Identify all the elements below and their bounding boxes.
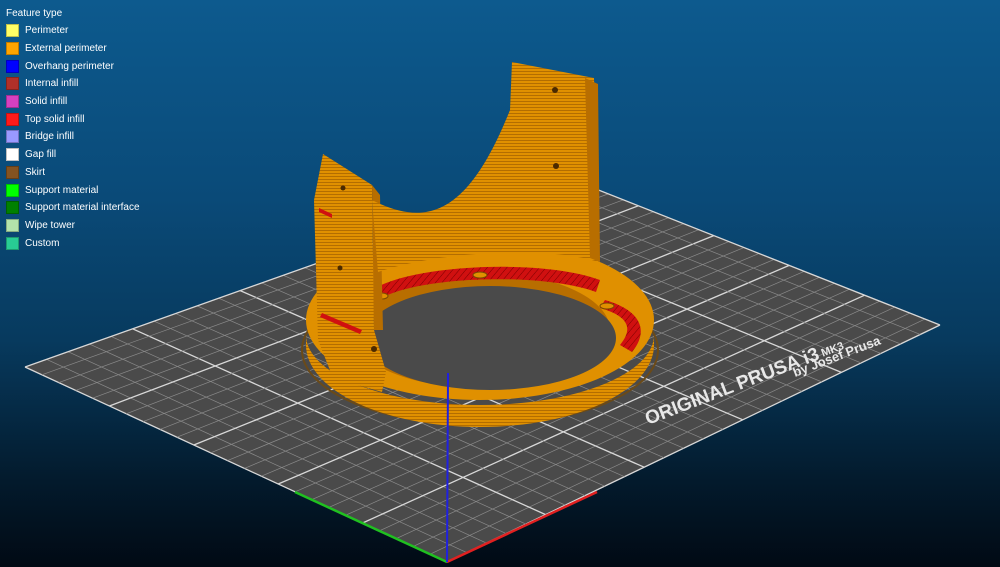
legend-item: Support material interface [6,199,156,217]
legend-label: External perimeter [25,43,107,55]
ring-hole-marker [599,302,615,310]
ring-hole [364,286,616,390]
legend-color-swatch [6,183,19,197]
legend-items: Perimeter External perimeter Overhang peri… [6,22,156,252]
legend-color-swatch [6,130,19,144]
legend-label: Custom [25,237,60,249]
legend-color-swatch [6,112,19,126]
legend-label: Wipe tower [25,219,76,231]
mount-hole [552,87,558,93]
mount-hole [553,163,559,169]
legend-label: Internal infill [25,78,79,90]
z-axis [446,372,449,563]
legend-item: Custom [6,234,156,252]
legend-title: Feature type [6,8,63,19]
legend-item: Perimeter [6,22,156,40]
legend-item: Top solid infill [6,110,156,128]
legend-item: Bridge infill [6,128,156,146]
legend-label: Skirt [25,166,45,178]
legend-label: Overhang perimeter [25,60,114,72]
legend-item: Wipe tower [6,217,156,235]
legend-item: Skirt [6,164,156,182]
legend-label: Support material interface [25,202,140,214]
back-wall [372,62,598,272]
mount-hole [337,265,343,271]
legend-label: Solid infill [25,96,68,108]
legend-item: Gap fill [6,146,156,164]
legend-label: Gap fill [25,149,57,161]
legend-color-swatch [6,95,19,109]
legend-label: Bridge infill [25,131,74,143]
ring-hole-marker [472,271,488,279]
legend-color-swatch [6,236,19,250]
legend-label: Perimeter [25,25,69,37]
legend-item: Solid infill [6,93,156,111]
legend-item: External perimeter [6,40,156,58]
legend-label: Top solid infill [25,113,85,125]
mount-hole [340,185,346,191]
legend-color-swatch [6,59,19,73]
legend-label: Support material [25,184,99,196]
legend-color-swatch [6,148,19,162]
legend-item: Overhang perimeter [6,57,156,75]
legend-color-swatch [6,201,19,215]
legend-color-swatch [6,42,19,56]
feature-type-legend: Feature type Perimeter External perimeter… [6,6,156,252]
mount-hole [371,346,377,352]
legend-item: Support material [6,181,156,199]
legend-color-swatch [6,24,19,38]
legend-item: Internal infill [6,75,156,93]
legend-color-swatch [6,77,19,91]
legend-color-swatch [6,165,19,179]
legend-color-swatch [6,218,19,232]
